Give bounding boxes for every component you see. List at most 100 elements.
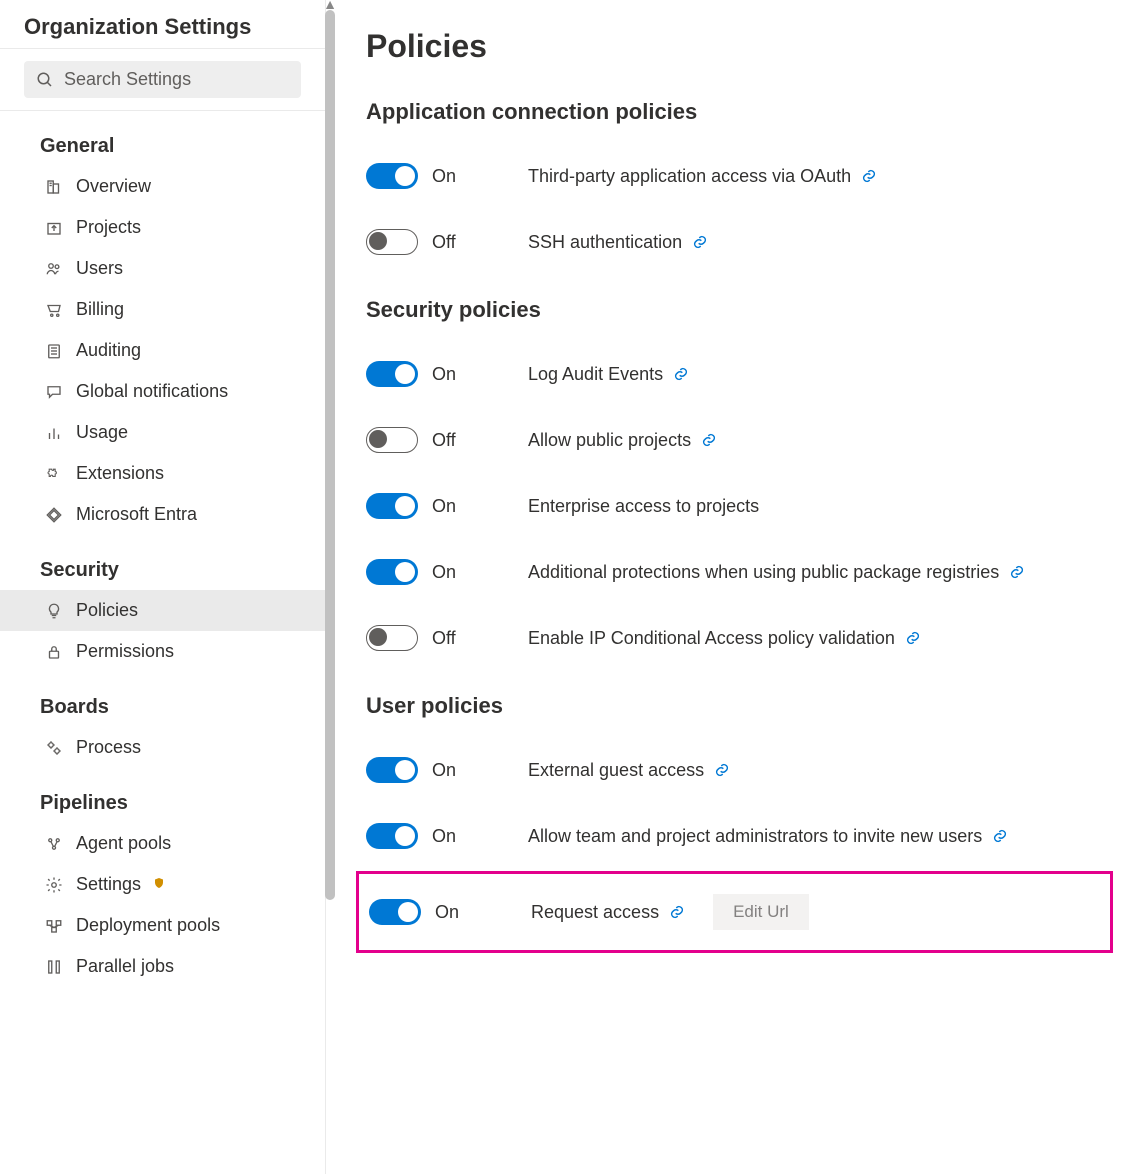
nav-item-label: Overview	[76, 176, 151, 197]
policy-row: OnExternal guest access	[366, 737, 1103, 803]
toggle-switch[interactable]	[366, 229, 418, 255]
toggle-state-label: On	[432, 826, 456, 847]
toggle-switch[interactable]	[366, 493, 418, 519]
link-icon[interactable]	[673, 366, 689, 382]
search-icon	[36, 71, 54, 89]
nav-item-label: Billing	[76, 299, 124, 320]
sidebar-item-extensions[interactable]: Extensions	[0, 453, 325, 494]
toggle-wrap: On	[366, 493, 526, 519]
toggle-state-label: Off	[432, 232, 456, 253]
toggle-switch[interactable]	[366, 823, 418, 849]
toggle-switch[interactable]	[369, 899, 421, 925]
nav-item-label: Global notifications	[76, 381, 228, 402]
sidebar-item-policies[interactable]: Policies	[0, 590, 325, 631]
toggle-state-label: On	[435, 902, 459, 923]
lock-icon	[44, 642, 64, 662]
toggle-state-label: Off	[432, 430, 456, 451]
toggle-wrap: Off	[366, 427, 526, 453]
search-input[interactable]: Search Settings	[24, 61, 301, 98]
policy-desc-text: Log Audit Events	[528, 364, 663, 385]
toggle-switch[interactable]	[366, 163, 418, 189]
gears-icon	[44, 738, 64, 758]
chat-icon	[44, 382, 64, 402]
edit-url-button[interactable]: Edit Url	[713, 894, 809, 930]
link-icon[interactable]	[905, 630, 921, 646]
link-icon[interactable]	[692, 234, 708, 250]
toggle-wrap: On	[366, 823, 526, 849]
scrollbar-thumb[interactable]	[325, 10, 335, 900]
nav-item-label: Process	[76, 737, 141, 758]
sidebar-item-settings[interactable]: Settings	[0, 864, 325, 905]
nav-item-label: Agent pools	[76, 833, 171, 854]
policy-row: OnAdditional protections when using publ…	[366, 539, 1103, 605]
parallel-icon	[44, 957, 64, 977]
sidebar-item-overview[interactable]: Overview	[0, 166, 325, 207]
policy-row: Off SSH authentication	[366, 209, 1103, 275]
policy-desc-text: Request access	[531, 902, 659, 923]
policy-desc: Request access Edit Url	[531, 894, 809, 930]
sidebar-item-permissions[interactable]: Permissions	[0, 631, 325, 672]
puzzle-icon	[44, 464, 64, 484]
sidebar-item-agent-pools[interactable]: Agent pools	[0, 823, 325, 864]
toggle-wrap: Off	[366, 625, 526, 651]
sidebar-item-billing[interactable]: Billing	[0, 289, 325, 330]
sidebar-item-users[interactable]: Users	[0, 248, 325, 289]
policy-desc-text: Enable IP Conditional Access policy vali…	[528, 628, 895, 649]
policy-desc: Enable IP Conditional Access policy vali…	[528, 628, 921, 649]
policy-row: OnThird-party application access via OAu…	[366, 143, 1103, 209]
sidebar-item-auditing[interactable]: Auditing	[0, 330, 325, 371]
toggle-switch[interactable]	[366, 559, 418, 585]
policy-desc: Third-party application access via OAuth	[528, 166, 877, 187]
nav-item-label: Auditing	[76, 340, 141, 361]
sidebar-item-global-notifications[interactable]: Global notifications	[0, 371, 325, 412]
policy-desc: Allow public projects	[528, 430, 717, 451]
sidebar-item-microsoft-entra[interactable]: Microsoft Entra	[0, 494, 325, 535]
search-placeholder: Search Settings	[64, 69, 191, 90]
list-icon	[44, 341, 64, 361]
policy-desc-text: Allow team and project administrators to…	[528, 826, 982, 847]
link-icon[interactable]	[861, 168, 877, 184]
diamond-icon	[44, 505, 64, 525]
nav-item-label: Policies	[76, 600, 138, 621]
policy-row: On Request access Edit Url	[369, 874, 1100, 950]
link-icon[interactable]	[992, 828, 1008, 844]
sidebar-title: Organization Settings	[0, 0, 325, 49]
page-title: Policies	[366, 28, 1103, 65]
bar-chart-icon	[44, 423, 64, 443]
bulb-icon	[44, 601, 64, 621]
section-header: Pipelines	[0, 768, 325, 823]
sidebar-item-process[interactable]: Process	[0, 727, 325, 768]
policy-desc: SSH authentication	[528, 232, 708, 253]
link-icon[interactable]	[669, 904, 685, 920]
toggle-switch[interactable]	[366, 757, 418, 783]
nav-item-label: Users	[76, 258, 123, 279]
toggle-switch[interactable]	[366, 361, 418, 387]
nav-item-label: Projects	[76, 217, 141, 238]
policy-desc-text: Allow public projects	[528, 430, 691, 451]
section-header: Boards	[0, 672, 325, 727]
link-icon[interactable]	[701, 432, 717, 448]
sidebar: Organization Settings Search Settings Ge…	[0, 0, 326, 1174]
policy-desc-text: Third-party application access via OAuth	[528, 166, 851, 187]
link-icon[interactable]	[1009, 564, 1025, 580]
sidebar-item-parallel-jobs[interactable]: Parallel jobs	[0, 946, 325, 987]
nav-item-label: Microsoft Entra	[76, 504, 197, 525]
policy-desc-text: Enterprise access to projects	[528, 496, 759, 517]
cart-icon	[44, 300, 64, 320]
toggle-switch[interactable]	[366, 427, 418, 453]
toggle-wrap: On	[366, 163, 526, 189]
shield-badge-icon	[153, 877, 165, 892]
policy-row: Off Allow public projects	[366, 407, 1103, 473]
link-icon[interactable]	[714, 762, 730, 778]
sidebar-item-projects[interactable]: Projects	[0, 207, 325, 248]
nav-item-label: Parallel jobs	[76, 956, 174, 977]
sidebar-item-deployment-pools[interactable]: Deployment pools	[0, 905, 325, 946]
policy-desc-text: External guest access	[528, 760, 704, 781]
sidebar-item-usage[interactable]: Usage	[0, 412, 325, 453]
policy-section-title: Application connection policies	[366, 99, 1103, 125]
policy-desc-text: Additional protections when using public…	[528, 562, 999, 583]
deploy-icon	[44, 916, 64, 936]
nav-item-label: Deployment pools	[76, 915, 220, 936]
toggle-switch[interactable]	[366, 625, 418, 651]
policy-desc-text: SSH authentication	[528, 232, 682, 253]
